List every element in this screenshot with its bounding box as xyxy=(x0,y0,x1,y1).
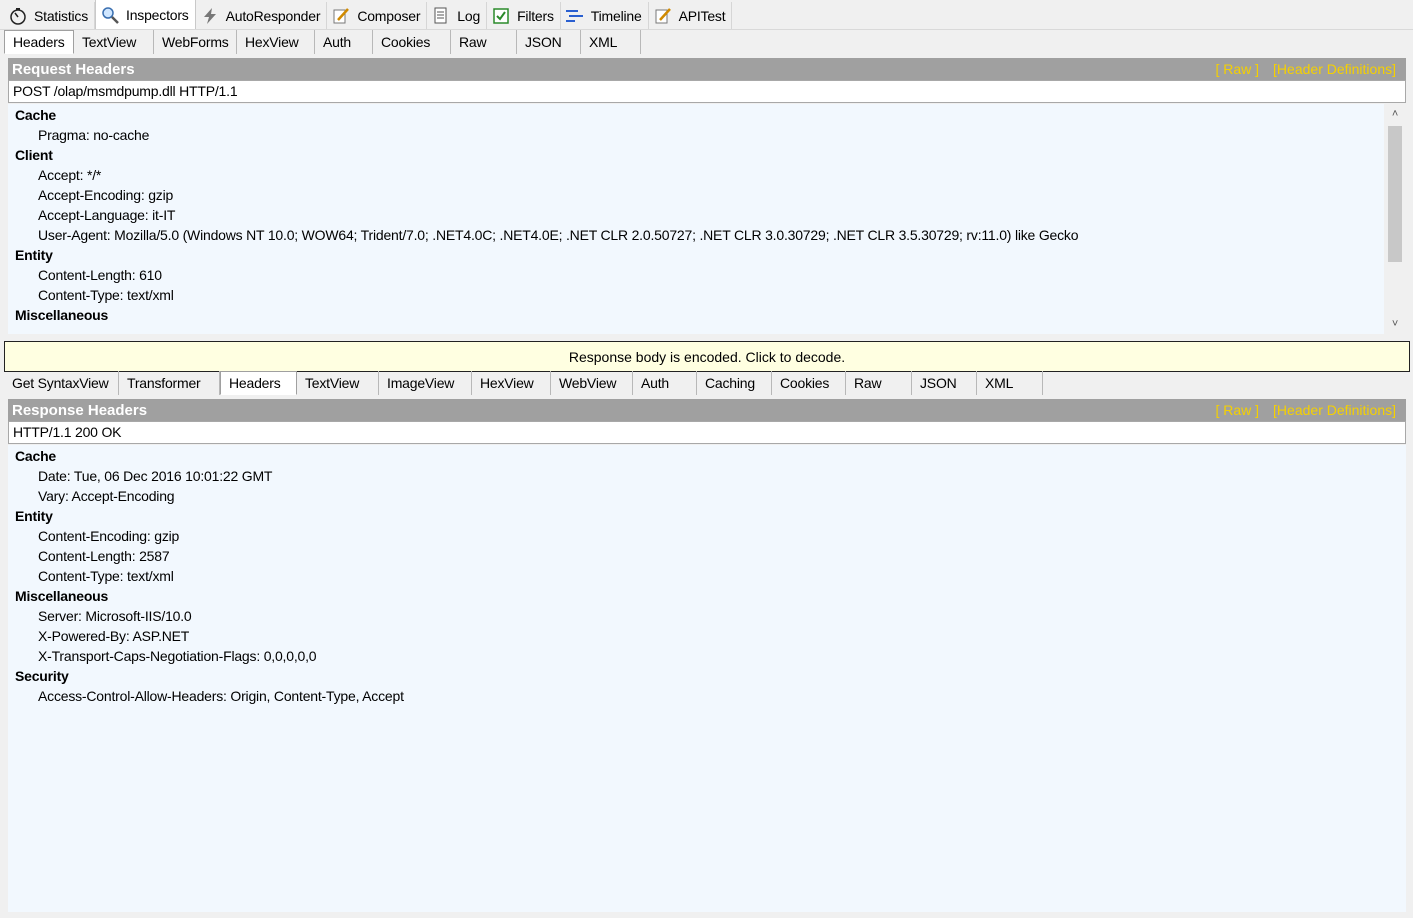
header-item[interactable]: Server: Microsoft-IIS/10.0 xyxy=(8,606,1406,626)
header-item[interactable]: Date: Tue, 06 Dec 2016 10:01:22 GMT xyxy=(8,466,1406,486)
header-item[interactable]: Content-Length: 610 xyxy=(8,265,1406,285)
lightning-icon xyxy=(200,6,220,26)
response-header-definitions-link[interactable]: [Header Definitions] xyxy=(1273,402,1396,418)
tab-autoresponder[interactable]: AutoResponder xyxy=(196,2,328,29)
request-tab-raw[interactable]: Raw xyxy=(451,30,517,54)
tab-label: APITest xyxy=(678,7,726,24)
tab-apitest[interactable]: APITest xyxy=(649,2,733,29)
response-tab-xml[interactable]: XML xyxy=(977,371,1043,395)
header-group[interactable]: Entity xyxy=(8,506,1406,526)
header-group[interactable]: Security xyxy=(8,666,1406,686)
request-tab-json[interactable]: JSON xyxy=(517,30,581,54)
response-headers-tree[interactable]: Cache Date: Tue, 06 Dec 2016 10:01:22 GMT… xyxy=(8,445,1406,912)
response-tab-caching[interactable]: Caching xyxy=(697,371,772,395)
request-tab-textview[interactable]: TextView xyxy=(74,30,154,54)
request-tab-cookies[interactable]: Cookies xyxy=(373,30,451,54)
response-tab-hexview[interactable]: HexView xyxy=(472,371,551,395)
header-item[interactable]: Accept: */* xyxy=(8,165,1406,185)
header-item[interactable]: Content-Type: text/xml xyxy=(8,285,1406,305)
splitter[interactable] xyxy=(0,334,1413,340)
tab-label: Log xyxy=(457,7,481,24)
header-group[interactable]: Client xyxy=(8,145,1406,165)
header-group[interactable]: Cache xyxy=(8,105,1406,125)
request-headers-bar: Request Headers [ Raw ] [Header Definiti… xyxy=(8,58,1406,80)
tab-statistics[interactable]: Statistics xyxy=(4,2,96,29)
response-headers-bar: Response Headers [ Raw ] [Header Definit… xyxy=(8,399,1406,421)
response-tab-webview[interactable]: WebView xyxy=(551,371,633,395)
decode-banner[interactable]: Response body is encoded. Click to decod… xyxy=(4,341,1410,372)
magnifier-icon xyxy=(100,5,120,25)
tab-filters[interactable]: Filters xyxy=(487,2,561,29)
stopwatch-icon xyxy=(8,6,28,26)
response-tab-raw[interactable]: Raw xyxy=(846,371,912,395)
scroll-thumb[interactable] xyxy=(1388,126,1402,262)
response-tab-cookies[interactable]: Cookies xyxy=(772,371,846,395)
header-item[interactable]: Pragma: no-cache xyxy=(8,125,1406,145)
response-tab-headers[interactable]: Headers xyxy=(220,371,297,395)
tab-log[interactable]: Log xyxy=(427,2,488,29)
tab-label: AutoResponder xyxy=(225,7,321,24)
header-item[interactable]: Content-Type: text/xml xyxy=(8,566,1406,586)
header-group[interactable]: Miscellaneous xyxy=(8,586,1406,606)
response-raw-link[interactable]: [ Raw ] xyxy=(1215,402,1259,418)
response-tab-imageview[interactable]: ImageView xyxy=(379,371,472,395)
pencil-document-icon xyxy=(331,6,351,26)
request-raw-link[interactable]: [ Raw ] xyxy=(1215,61,1259,77)
header-item[interactable]: Content-Length: 2587 xyxy=(8,546,1406,566)
request-headers-title: Request Headers xyxy=(12,60,135,78)
tab-label: Statistics xyxy=(34,7,89,24)
timeline-icon xyxy=(565,6,585,26)
tab-inspectors[interactable]: Inspectors xyxy=(95,0,196,29)
request-scrollbar[interactable]: ˄ ˅ xyxy=(1384,104,1406,334)
scroll-down-icon[interactable]: ˅ xyxy=(1384,314,1406,334)
tab-timeline[interactable]: Timeline xyxy=(561,2,649,29)
header-item[interactable]: Accept-Encoding: gzip xyxy=(8,185,1406,205)
response-status-line[interactable]: HTTP/1.1 200 OK xyxy=(8,421,1406,444)
request-tab-xml[interactable]: XML xyxy=(581,30,641,54)
header-item[interactable]: Accept-Language: it-IT xyxy=(8,205,1406,225)
request-tab-webforms[interactable]: WebForms xyxy=(154,30,237,54)
response-headers-title: Response Headers xyxy=(12,401,148,419)
request-tab-headers[interactable]: Headers xyxy=(4,30,74,54)
tab-label: Filters xyxy=(517,7,554,24)
response-tab-textview[interactable]: TextView xyxy=(297,371,379,395)
header-item[interactable]: Content-Encoding: gzip xyxy=(8,526,1406,546)
checkbox-icon xyxy=(491,6,511,26)
request-line[interactable]: POST /olap/msmdpump.dll HTTP/1.1 xyxy=(8,80,1406,103)
response-tab-transformer[interactable]: Transformer xyxy=(119,371,220,395)
request-headers-tree[interactable]: Cache Pragma: no-cache Client Accept: */* Ac… xyxy=(8,104,1406,334)
request-tab-hexview[interactable]: HexView xyxy=(237,30,315,54)
response-tab-json[interactable]: JSON xyxy=(912,371,977,395)
header-item[interactable]: X-Transport-Caps-Negotiation-Flags: 0,0,… xyxy=(8,646,1406,666)
pencil-document-icon xyxy=(653,6,673,26)
response-tab-get-syntaxview[interactable]: Get SyntaxView xyxy=(4,371,119,395)
response-tab-strip: Get SyntaxView Transformer Headers TextView… xyxy=(4,371,1043,395)
tab-label: Timeline xyxy=(590,7,642,24)
document-icon xyxy=(431,6,451,26)
header-group[interactable]: Entity xyxy=(8,245,1406,265)
request-header-definitions-link[interactable]: [Header Definitions] xyxy=(1273,61,1396,77)
scroll-up-icon[interactable]: ˄ xyxy=(1384,104,1406,124)
header-item[interactable]: Access-Control-Allow-Headers: Origin, Co… xyxy=(8,686,1406,706)
tab-label: Composer xyxy=(357,7,421,24)
header-item[interactable]: X-Powered-By: ASP.NET xyxy=(8,626,1406,646)
request-tab-strip: Headers TextView WebForms HexView Auth Cookie… xyxy=(4,30,641,54)
header-group[interactable]: Cache xyxy=(8,446,1406,466)
tab-label: Inspectors xyxy=(126,6,189,23)
request-tab-auth[interactable]: Auth xyxy=(315,30,373,54)
tab-composer[interactable]: Composer xyxy=(327,2,428,29)
header-item[interactable]: User-Agent: Mozilla/5.0 (Windows NT 10.0… xyxy=(8,225,1406,245)
main-tab-strip: Statistics Inspectors AutoResponder Compose… xyxy=(0,0,1413,30)
header-group[interactable]: Miscellaneous xyxy=(8,305,1406,325)
response-tab-auth[interactable]: Auth xyxy=(633,371,697,395)
header-item[interactable]: Vary: Accept-Encoding xyxy=(8,486,1406,506)
